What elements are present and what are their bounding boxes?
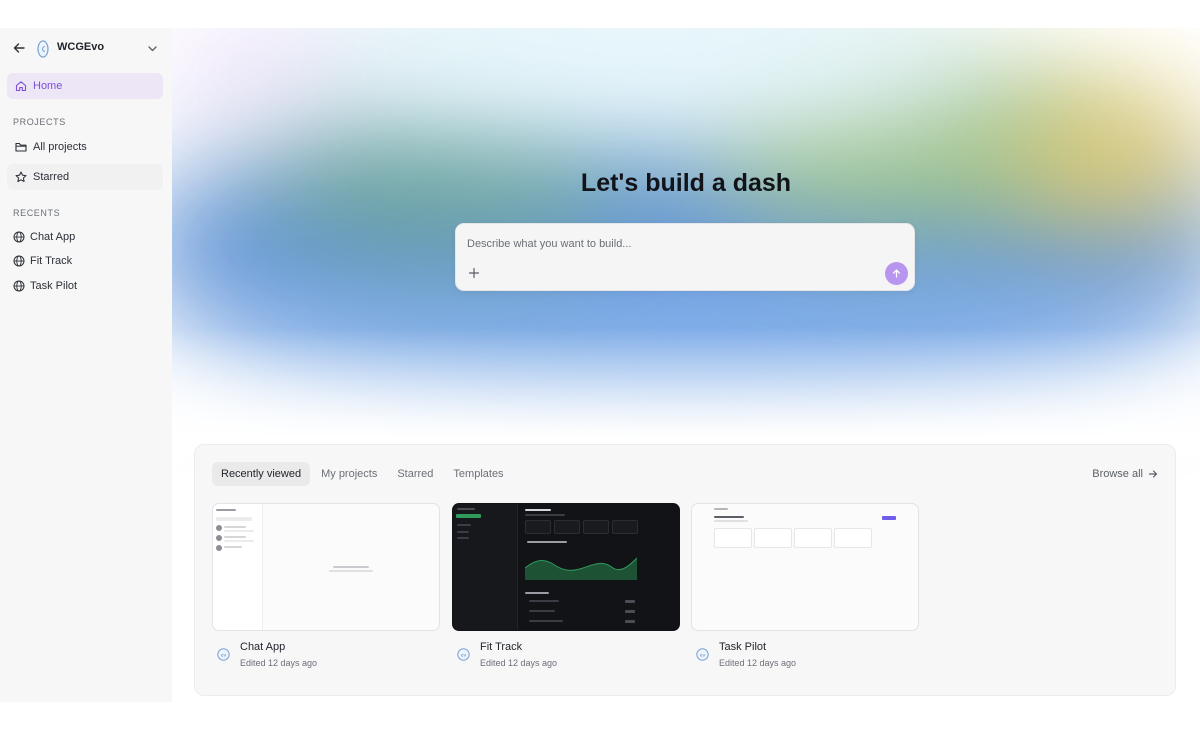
arrow-right-icon [1148,470,1158,478]
project-title[interactable]: Chat App [240,641,285,653]
star-icon [15,171,27,183]
project-card[interactable]: ev Fit Track Edited 12 days ago [452,503,680,681]
chevron-down-icon[interactable] [147,43,158,54]
sidebar-item-label: Home [33,80,63,92]
project-edited-time: Edited 12 days ago [719,658,797,668]
browse-all-label: Browse all [1092,468,1143,480]
globe-icon [13,231,25,243]
sidebar-item-recent-task-pilot[interactable]: Task Pilot [7,275,163,297]
workspace-name: WCGEvo [57,41,105,53]
recents-heading: RECENTS [13,208,61,218]
project-edited-time: Edited 12 days ago [240,658,318,668]
project-tabs: Recently viewed My projects Starred Temp… [212,462,515,486]
prompt-box [455,223,915,291]
workspace-switcher[interactable]: WCGEvo [0,38,172,60]
sidebar: WCGEvo Home PROJECTS All projects Starre… [0,28,172,702]
sidebar-item-recent-fit-track[interactable]: Fit Track [7,250,163,272]
plus-icon[interactable] [467,266,481,280]
arrow-up-icon [892,269,901,278]
svg-text:ev: ev [461,653,467,658]
project-title[interactable]: Fit Track [480,641,522,653]
tab-my-projects[interactable]: My projects [312,462,386,486]
app-window: WCGEvo Home PROJECTS All projects Starre… [0,28,1200,702]
home-icon [15,81,27,92]
browse-all-link[interactable]: Browse all [1092,468,1158,480]
arrow-left-icon[interactable] [12,41,26,55]
globe-icon [13,255,25,267]
svg-text:ev: ev [221,653,227,658]
sidebar-item-label: Starred [33,171,70,183]
sidebar-item-all-projects[interactable]: All projects [7,134,163,160]
prompt-input[interactable] [467,236,867,252]
main-content: Let's build a dash Recently viewed My pr… [172,28,1200,702]
project-thumbnail[interactable] [212,503,440,631]
project-card[interactable]: ev Task Pilot Edited 12 days ago [691,503,919,681]
folder-icon [15,142,27,152]
tab-templates[interactable]: Templates [444,462,512,486]
sidebar-item-recent-chat-app[interactable]: Chat App [7,226,163,248]
project-logo-icon: ev [696,648,709,661]
project-title[interactable]: Task Pilot [719,641,766,653]
project-card[interactable]: ev Chat App Edited 12 days ago [212,503,440,681]
project-logo-icon: ev [217,648,230,661]
tab-recently-viewed[interactable]: Recently viewed [212,462,311,486]
page-title: Let's build a dash [580,169,792,197]
projects-panel: Recently viewed My projects Starred Temp… [194,444,1176,696]
project-logo-icon: ev [457,648,470,661]
project-thumbnail[interactable] [691,503,919,631]
globe-icon [13,280,25,292]
sidebar-item-home[interactable]: Home [7,73,163,99]
project-edited-time: Edited 12 days ago [480,658,558,668]
sidebar-item-label: Task Pilot [30,280,78,292]
tab-starred[interactable]: Starred [388,462,442,486]
project-thumbnail[interactable] [452,503,680,631]
sidebar-item-starred[interactable]: Starred [7,164,163,190]
sidebar-item-label: All projects [33,141,87,153]
svg-text:ev: ev [700,653,706,658]
send-button[interactable] [885,262,908,285]
sidebar-item-label: Chat App [30,231,76,243]
sidebar-item-label: Fit Track [30,255,73,267]
projects-heading: PROJECTS [13,117,66,127]
workspace-logo-icon [37,40,49,58]
